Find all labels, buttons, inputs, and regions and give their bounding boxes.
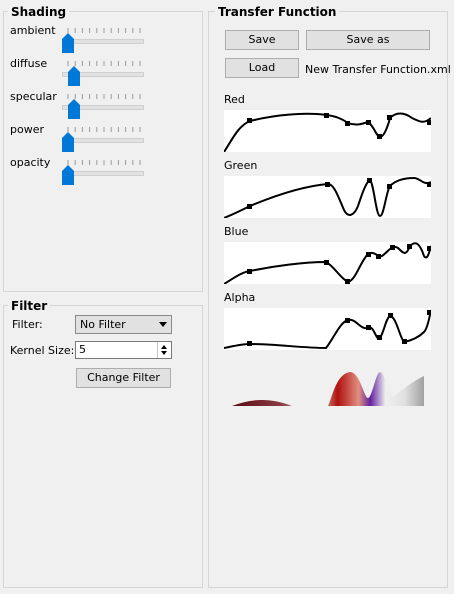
kernel-size-value: 5 (79, 343, 86, 356)
control-point[interactable] (387, 184, 392, 189)
filter-select-value: No Filter (80, 318, 126, 331)
control-point[interactable] (376, 254, 381, 259)
control-point[interactable] (366, 252, 371, 257)
control-point[interactable] (324, 260, 329, 265)
spin-buttons (157, 342, 171, 358)
channel-label-red: Red (224, 93, 245, 106)
slider-row-ambient: ambient (10, 24, 150, 53)
channel-label-alpha: Alpha (224, 291, 256, 304)
change-filter-button[interactable]: Change Filter (76, 368, 171, 388)
control-point[interactable] (325, 182, 330, 187)
control-point[interactable] (427, 182, 431, 187)
green-curve-editor[interactable] (224, 176, 431, 218)
control-point[interactable] (324, 113, 329, 118)
slider-track[interactable] (62, 138, 144, 143)
slider-row-opacity: opacity (10, 156, 150, 185)
filter-label: Filter: (12, 318, 43, 331)
kernel-size-label: Kernel Size: (10, 344, 75, 357)
blue-curve-editor[interactable] (224, 242, 431, 284)
slider-track[interactable] (62, 171, 144, 176)
slider-row-diffuse: diffuse (10, 57, 150, 86)
slider-thumb[interactable] (62, 33, 74, 53)
slider-ticks (67, 127, 141, 132)
control-point[interactable] (247, 269, 252, 274)
slider-thumb[interactable] (62, 132, 74, 152)
shading-group: Shading (3, 5, 203, 292)
control-point[interactable] (345, 121, 350, 126)
control-point[interactable] (247, 118, 252, 123)
control-point[interactable] (388, 313, 393, 318)
slider-row-specular: specular (10, 90, 150, 119)
kernel-size-spinbox[interactable]: 5 (75, 341, 172, 359)
control-point[interactable] (377, 134, 382, 139)
slider-thumb[interactable] (67, 66, 80, 86)
load-button[interactable]: Load (225, 58, 299, 78)
slider-label: power (10, 123, 44, 136)
transfer-function-title: Transfer Function (215, 5, 340, 19)
control-point[interactable] (407, 244, 412, 249)
slider-label: specular (10, 90, 57, 103)
alpha-curve-editor[interactable] (224, 308, 431, 350)
control-point[interactable] (366, 325, 371, 330)
control-point[interactable] (345, 279, 350, 284)
save-as-button[interactable]: Save as (306, 30, 430, 50)
red-curve (224, 112, 431, 152)
control-point[interactable] (387, 115, 392, 120)
slider-label: opacity (10, 156, 51, 169)
slider-track[interactable] (62, 39, 144, 44)
slider-label: diffuse (10, 57, 48, 70)
control-point[interactable] (247, 204, 252, 209)
control-point[interactable] (427, 246, 431, 251)
control-point[interactable] (427, 120, 431, 125)
control-point[interactable] (367, 178, 372, 183)
slider-label: ambient (10, 24, 56, 37)
control-point[interactable] (345, 318, 350, 323)
control-point[interactable] (427, 310, 431, 315)
channel-label-blue: Blue (224, 225, 249, 238)
channel-label-green: Green (224, 159, 258, 172)
filter-select[interactable]: No Filter (75, 315, 172, 334)
transfer-function-preview (232, 372, 424, 406)
shading-title: Shading (8, 5, 70, 19)
save-button[interactable]: Save (225, 30, 299, 50)
spin-up-icon[interactable] (161, 345, 167, 349)
slider-thumb[interactable] (67, 99, 80, 119)
control-point[interactable] (390, 245, 395, 250)
slider-ticks (67, 160, 141, 165)
slider-thumb[interactable] (62, 165, 74, 185)
control-point[interactable] (366, 120, 371, 125)
slider-ticks (67, 28, 141, 33)
spin-down-icon[interactable] (161, 351, 167, 355)
chevron-down-icon (159, 322, 167, 327)
filter-title: Filter (8, 299, 51, 313)
slider-row-power: power (10, 123, 150, 152)
control-point[interactable] (247, 341, 252, 346)
control-point[interactable] (377, 335, 382, 340)
alpha-curve (224, 309, 431, 350)
red-curve-editor[interactable] (224, 110, 431, 152)
preview-shape (232, 372, 424, 406)
control-point[interactable] (402, 339, 407, 344)
filename-label: New Transfer Function.xml (305, 63, 451, 76)
